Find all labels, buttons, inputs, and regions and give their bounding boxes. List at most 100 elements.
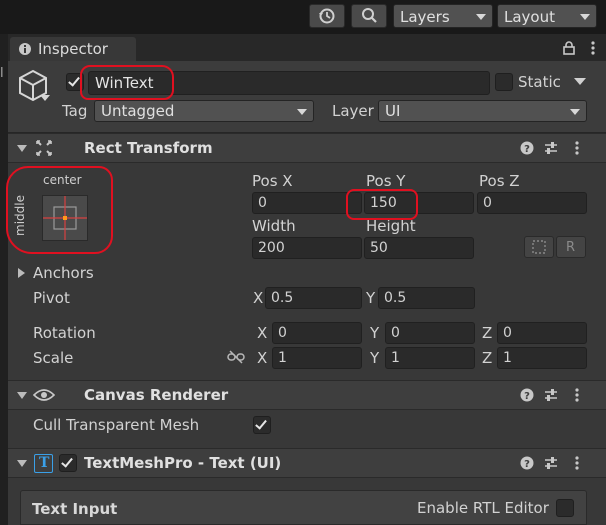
text-input-label: Text Input [32, 500, 118, 518]
annotation-highlight-anchor-preset [6, 166, 113, 254]
canvas-renderer-header[interactable]: Canvas Renderer ? [8, 380, 606, 410]
pivot-y-label: Y [366, 289, 376, 307]
preset-icon[interactable] [544, 388, 558, 402]
cull-transparent-mesh-checkbox[interactable] [253, 416, 271, 434]
textmeshpro-header[interactable]: T TextMeshPro - Text (UI) ? [8, 448, 606, 478]
help-icon[interactable]: ? [520, 456, 534, 470]
textmeshpro-title: TextMeshPro - Text (UI) [84, 454, 282, 472]
width-value: 200 [258, 240, 285, 256]
checkmark-icon [255, 417, 267, 430]
checkmark-icon [68, 74, 80, 87]
static-dropdown-icon[interactable] [574, 78, 586, 86]
help-icon[interactable]: ? [520, 141, 534, 155]
foldout-arrow-icon [17, 460, 27, 467]
scale-z-value: 1 [503, 350, 512, 366]
inspector-icon [19, 43, 31, 55]
rect-transform-header[interactable]: Rect Transform ? [8, 133, 606, 163]
tag-dropdown[interactable]: Untagged [94, 100, 314, 122]
pos-z-field[interactable]: 0 [477, 192, 587, 214]
history-icon [319, 8, 335, 24]
scale-y-field[interactable]: 1 [385, 347, 475, 369]
tab-inspector[interactable]: Inspector [10, 37, 136, 61]
svg-text:?: ? [524, 459, 530, 470]
annotation-highlight-name [80, 65, 174, 100]
rotation-z-value: 0 [503, 325, 512, 341]
layer-value: UI [385, 102, 401, 120]
scale-y-label: Y [370, 349, 380, 367]
textmeshpro-enabled-checkbox[interactable] [59, 454, 77, 472]
top-toolbar: Layers Layout [0, 0, 606, 34]
history-button[interactable] [309, 4, 345, 28]
svg-text:?: ? [524, 391, 530, 402]
pivot-x-label: X [253, 289, 264, 307]
enable-rtl-label: Enable RTL Editor [417, 499, 549, 517]
checkmark-icon [61, 455, 73, 468]
rect-transform-title: Rect Transform [84, 139, 213, 157]
rotation-label: Rotation [33, 324, 96, 342]
kebab-menu-icon[interactable] [574, 387, 580, 403]
kebab-menu-icon[interactable] [574, 455, 580, 471]
anchors-label[interactable]: Anchors [33, 266, 94, 281]
scale-x-field[interactable]: 1 [272, 347, 362, 369]
scale-x-label: X [257, 349, 268, 367]
pos-x-label: Pos X [252, 172, 293, 190]
anchors-foldout-icon[interactable] [18, 268, 25, 278]
layout-dropdown[interactable]: Layout [497, 4, 597, 28]
chevron-down-icon[interactable] [40, 95, 50, 103]
rotation-x-label: X [257, 324, 268, 342]
chevron-down-icon [570, 109, 580, 115]
pivot-x-value: 0.5 [271, 290, 294, 306]
kebab-menu-icon[interactable] [590, 40, 596, 56]
canvas-renderer-title: Canvas Renderer [84, 386, 229, 404]
raw-edit-button[interactable]: R [556, 236, 586, 258]
preset-icon[interactable] [544, 141, 558, 155]
search-icon [362, 8, 377, 23]
rotation-y-label: Y [370, 324, 380, 342]
rotation-x-value: 0 [278, 325, 287, 341]
enable-rtl-checkbox[interactable] [556, 499, 574, 517]
eye-icon [33, 389, 55, 401]
blueprint-mode-button[interactable] [524, 236, 554, 258]
chevron-down-icon [476, 14, 486, 20]
foldout-arrow-icon [17, 392, 27, 399]
blueprint-icon [532, 240, 546, 254]
scale-x-value: 1 [278, 350, 287, 366]
height-value: 50 [370, 240, 388, 256]
layer-dropdown[interactable]: UI [378, 100, 587, 122]
static-checkbox[interactable] [495, 73, 513, 91]
unlink-icon[interactable] [227, 350, 245, 364]
rotation-z-field[interactable]: 0 [497, 322, 587, 344]
lock-icon[interactable] [563, 41, 575, 55]
scale-z-label: Z [482, 349, 493, 367]
pos-z-label: Pos Z [479, 172, 520, 190]
search-button[interactable] [351, 4, 387, 28]
rect-transform-icon [36, 140, 52, 156]
layer-label: Layer [332, 102, 374, 120]
scale-z-field[interactable]: 1 [497, 347, 587, 369]
preset-icon[interactable] [544, 456, 558, 470]
layers-dropdown[interactable]: Layers [393, 4, 493, 28]
rotation-y-field[interactable]: 0 [385, 322, 475, 344]
kebab-menu-icon[interactable] [574, 140, 580, 156]
tag-label: Tag [62, 102, 88, 120]
help-icon[interactable]: ? [520, 388, 534, 402]
textmeshpro-icon: T [34, 454, 53, 473]
width-field[interactable]: 200 [252, 237, 362, 259]
pivot-y-value: 0.5 [384, 290, 407, 306]
panel-edge-text: l [0, 66, 4, 81]
static-label: Static [518, 73, 561, 91]
tag-value: Untagged [101, 102, 175, 120]
width-label: Width [252, 217, 296, 235]
height-label: Height [366, 217, 416, 235]
scale-label: Scale [33, 349, 74, 367]
pivot-x-field[interactable]: 0.5 [265, 287, 362, 309]
pos-z-value: 0 [483, 195, 492, 211]
svg-text:?: ? [524, 144, 530, 155]
pivot-y-field[interactable]: 0.5 [378, 287, 475, 309]
cull-transparent-mesh-label: Cull Transparent Mesh [33, 416, 200, 434]
height-field[interactable]: 50 [364, 237, 474, 259]
layout-label: Layout [504, 8, 555, 26]
annotation-highlight-pos-y [346, 189, 418, 220]
chevron-down-icon [297, 109, 307, 115]
rotation-x-field[interactable]: 0 [272, 322, 362, 344]
